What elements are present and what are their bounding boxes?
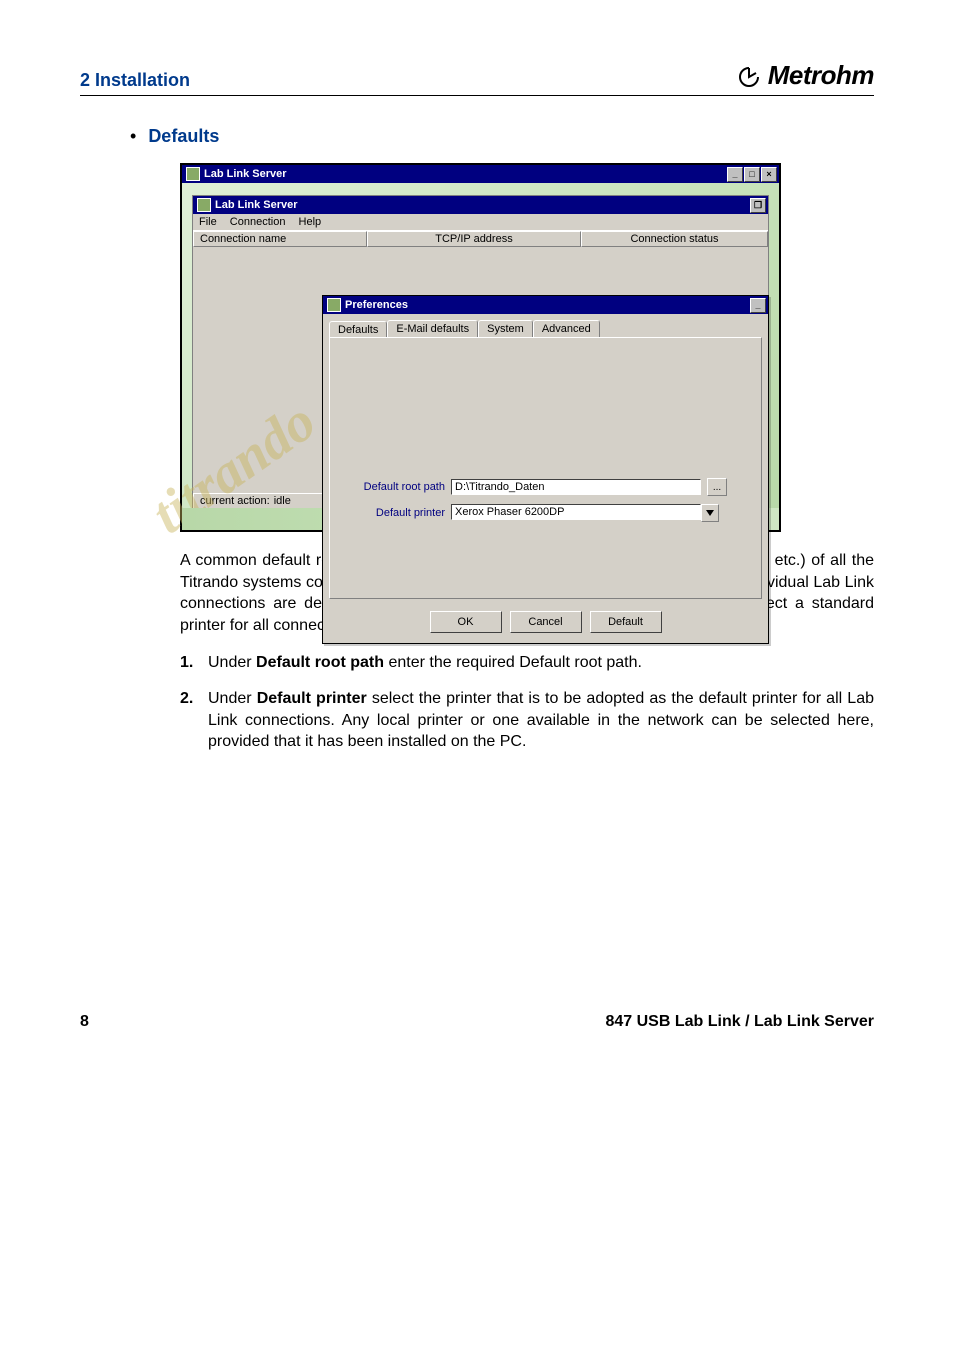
app-icon (327, 298, 341, 312)
tab-email-defaults[interactable]: E-Mail defaults (387, 320, 478, 337)
prefs-titlebar: Preferences _ (323, 296, 768, 314)
menu-connection[interactable]: Connection (230, 216, 286, 228)
section-heading: 2 Installation (80, 70, 190, 91)
tab-pane-defaults: Default root path ... Default printer (329, 337, 762, 599)
menu-help[interactable]: Help (299, 216, 322, 228)
inner-titlebar: Lab Link Server ❐ (193, 196, 768, 214)
status-value: idle (274, 495, 291, 507)
column-headers: Connection name TCP/IP address Connectio… (193, 230, 768, 247)
default-printer-combo[interactable] (451, 504, 719, 522)
ok-button[interactable]: OK (430, 611, 502, 633)
step-2: 2. Under Default printer select the prin… (180, 688, 874, 753)
default-root-path-input[interactable] (451, 479, 701, 495)
default-printer-input[interactable] (451, 504, 701, 520)
inner-window-title: Lab Link Server (215, 199, 298, 211)
bullet-dot: • (130, 127, 136, 145)
app-icon (186, 167, 200, 181)
brand-icon (736, 65, 762, 87)
minimize-button[interactable]: _ (727, 167, 743, 182)
chevron-down-icon[interactable] (701, 504, 719, 522)
restore-button[interactable]: ❐ (750, 198, 766, 213)
col-connection-name[interactable]: Connection name (193, 231, 367, 247)
preferences-dialog: Preferences _ Defaults E-Mail defaults S… (322, 295, 769, 644)
tab-defaults[interactable]: Defaults (329, 321, 387, 338)
tab-system[interactable]: System (478, 320, 533, 337)
outer-window: Lab Link Server _ □ × Lab Link Server ❐ (180, 163, 781, 532)
dialog-button-row: OK Cancel Default (323, 605, 768, 643)
col-connection-status[interactable]: Connection status (581, 231, 768, 247)
cancel-button[interactable]: Cancel (510, 611, 582, 633)
status-bar: current action: idle (193, 493, 337, 509)
step-1: 1. Under Default root path enter the req… (180, 652, 874, 674)
close-button[interactable]: × (761, 167, 777, 182)
outer-window-title: Lab Link Server (204, 168, 287, 180)
outer-titlebar: Lab Link Server _ □ × (182, 165, 779, 183)
brand-logo: Metrohm (736, 60, 874, 91)
page-number: 8 (80, 1013, 89, 1031)
doc-title: 847 USB Lab Link / Lab Link Server (605, 1013, 874, 1031)
default-printer-label: Default printer (350, 507, 445, 519)
col-tcpip-address[interactable]: TCP/IP address (367, 231, 581, 247)
maximize-button[interactable]: □ (744, 167, 760, 182)
brand-text: Metrohm (768, 60, 874, 91)
browse-button[interactable]: ... (707, 478, 727, 496)
menubar: File Connection Help (193, 214, 768, 230)
tabs-row: Defaults E-Mail defaults System Advanced (329, 320, 762, 337)
tab-advanced[interactable]: Advanced (533, 320, 600, 337)
app-icon (197, 198, 211, 212)
bullet-label: Defaults (148, 126, 219, 147)
status-label: current action: (200, 495, 270, 507)
prefs-minimize-button[interactable]: _ (750, 298, 766, 313)
menu-file[interactable]: File (199, 216, 217, 228)
default-root-path-label: Default root path (350, 481, 445, 493)
prefs-title: Preferences (345, 299, 408, 311)
default-button[interactable]: Default (590, 611, 662, 633)
